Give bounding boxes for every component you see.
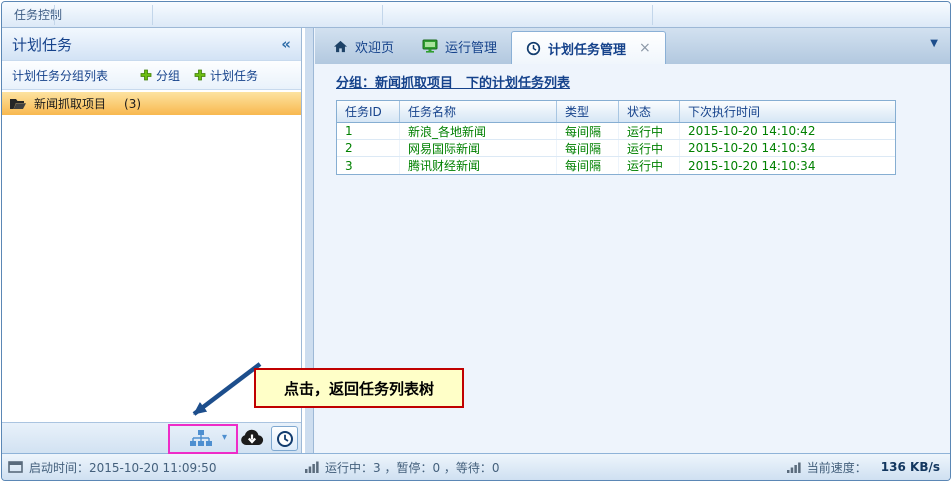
tab-welcome[interactable]: 欢迎页 [319, 31, 408, 61]
group-header-label: 分组：新闻抓取项目 下的计划任务列表 [336, 72, 570, 91]
plus-icon [140, 69, 152, 81]
cell-next-run: 2015-10-20 14:10:34 [680, 157, 895, 174]
tab-label: 欢迎页 [355, 37, 394, 56]
clock-icon [526, 41, 541, 56]
ribbon-separator [54, 5, 55, 25]
speed-value: 136 KB/s [881, 460, 940, 474]
panel-title-bar: 计划任务 « [2, 28, 301, 61]
window-icon [8, 461, 23, 473]
task-list-tree-button[interactable] [189, 429, 213, 449]
column-header-task-id[interactable]: 任务ID [337, 101, 400, 122]
table-row[interactable]: 2 网易国际新闻 每间隔 运行中 2015-10-20 14:10:34 [337, 140, 895, 157]
cell-task-name: 新浪_各地新闻 [400, 123, 557, 139]
home-icon [333, 40, 348, 53]
panel-bottom-toolbar: ▾ [2, 422, 301, 453]
column-header-next-run[interactable]: 下次执行时间 [680, 101, 895, 122]
column-header-status[interactable]: 状态 [619, 101, 680, 122]
cell-task-id: 3 [337, 157, 400, 174]
tab-label: 计划任务管理 [548, 39, 626, 58]
ribbon-separator [652, 5, 653, 25]
collapse-panel-button[interactable]: « [281, 35, 291, 53]
tab-scheduled-task-management[interactable]: 计划任务管理 × [511, 31, 666, 64]
ribbon-separator [382, 5, 383, 25]
cell-status: 运行中 [619, 157, 680, 174]
column-header-task-name[interactable]: 任务名称 [400, 101, 557, 122]
cell-type: 每间隔 [557, 123, 619, 139]
add-group-label: 分组 [156, 67, 180, 84]
cell-task-id: 2 [337, 140, 400, 156]
speed-label: 当前速度： [807, 459, 867, 476]
status-run-stats: 运行中：3 ，暂停：0 ，等待：0 [305, 459, 500, 476]
tooltip-text: 点击，返回任务列表树 [284, 378, 434, 399]
table-row[interactable]: 1 新浪_各地新闻 每间隔 运行中 2015-10-20 14:10:42 [337, 123, 895, 140]
folder-open-icon [10, 98, 26, 110]
tree-item-label: 新闻抓取项目 [34, 95, 106, 112]
scheduled-task-table: 任务ID 任务名称 类型 状态 下次执行时间 1 新浪_各地新闻 每间隔 运行中… [336, 100, 896, 175]
status-start-time: 启动时间：2015-10-20 11:09:50 [8, 459, 216, 476]
tree-button-dropdown-arrow[interactable]: ▾ [222, 432, 227, 443]
tree-item-news-project[interactable]: 新闻抓取项目 (3) [2, 92, 301, 115]
status-current-speed: 当前速度： 136 KB/s [787, 459, 940, 476]
add-group-button[interactable]: 分组 [136, 65, 184, 86]
scheduled-view-button[interactable] [271, 426, 298, 451]
table-row[interactable]: 3 腾讯财经新闻 每间隔 运行中 2015-10-20 14:10:34 [337, 157, 895, 174]
document-tab-bar: 欢迎页 运行管理 计划任务管理 × [315, 28, 950, 64]
tab-overflow-dropdown-icon[interactable]: ▼ [930, 38, 938, 49]
ribbon-separator [152, 5, 153, 25]
run-stats-text: 运行中：3 ，暂停：0 ，等待：0 [325, 459, 500, 476]
panel-title: 计划任务 [12, 34, 281, 55]
cell-task-name: 腾讯财经新闻 [400, 157, 557, 174]
column-header-type[interactable]: 类型 [557, 101, 619, 122]
monitor-icon [422, 39, 438, 53]
start-time-text: 启动时间：2015-10-20 11:09:50 [29, 459, 216, 476]
bar-chart-icon [305, 461, 319, 473]
cell-type: 每间隔 [557, 140, 619, 156]
cell-task-id: 1 [337, 123, 400, 139]
close-tab-icon[interactable]: × [639, 40, 651, 56]
cell-status: 运行中 [619, 140, 680, 156]
cell-task-name: 网易国际新闻 [400, 140, 557, 156]
annotation-tooltip: 点击，返回任务列表树 [254, 368, 464, 408]
signal-bars-icon [787, 461, 801, 473]
tree-item-count: (3) [124, 97, 141, 111]
ribbon-strip: 任务控制 [2, 2, 950, 28]
group-list-label: 计划任务分组列表 [12, 67, 108, 84]
cloud-download-button[interactable] [239, 429, 265, 447]
add-task-label: 计划任务 [210, 67, 258, 84]
cell-status: 运行中 [619, 123, 680, 139]
panel-toolbar: 计划任务分组列表 分组 计划任务 [2, 61, 301, 90]
tab-label: 运行管理 [445, 37, 497, 56]
add-scheduled-task-button[interactable]: 计划任务 [190, 65, 262, 86]
cell-type: 每间隔 [557, 157, 619, 174]
cell-next-run: 2015-10-20 14:10:42 [680, 123, 895, 139]
status-bar: 启动时间：2015-10-20 11:09:50 运行中：3 ，暂停：0 ，等待… [2, 453, 950, 480]
app-window: 任务控制 计划任务 « 计划任务分组列表 分组 计划任务 [1, 1, 951, 481]
tab-run-management[interactable]: 运行管理 [408, 31, 511, 61]
cell-next-run: 2015-10-20 14:10:34 [680, 140, 895, 156]
table-header-row: 任务ID 任务名称 类型 状态 下次执行时间 [337, 101, 895, 123]
plus-icon [194, 69, 206, 81]
